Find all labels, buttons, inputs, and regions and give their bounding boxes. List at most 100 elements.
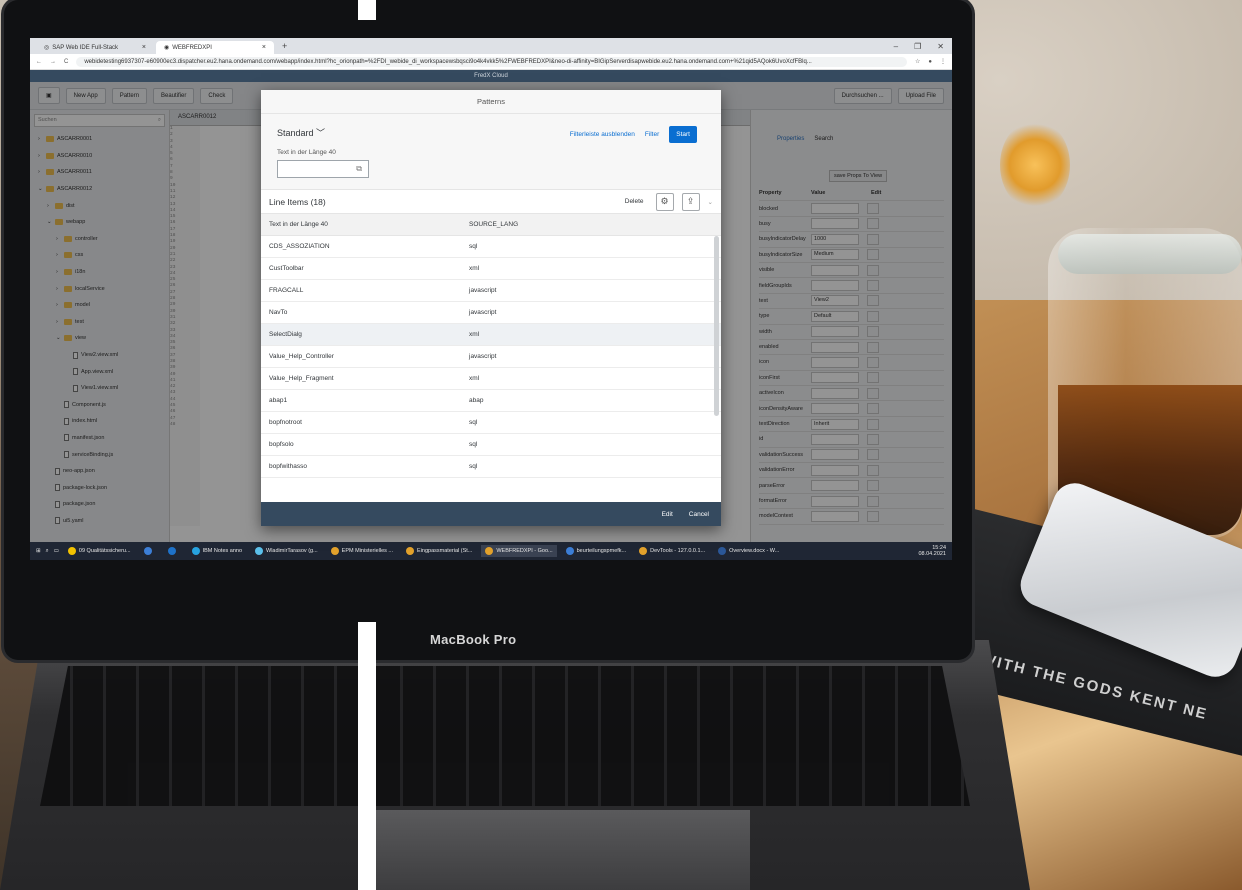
taskbar-item[interactable]: 09 Qualitätssicheru... — [64, 545, 135, 557]
export-icon[interactable]: ⇪ — [681, 192, 700, 211]
task-view-icon[interactable]: ▭ — [54, 548, 59, 554]
taskbar-item-label: IBM Notes anno — [202, 548, 243, 554]
table-row[interactable]: NavTo javascript — [261, 302, 721, 324]
cell-source-lang: xml — [469, 331, 480, 338]
filter-link[interactable]: Filter — [645, 131, 659, 138]
laptop-screen: ◎ SAP Web IDE Full-Stack × ◉ WEBFREDXPI … — [30, 38, 952, 560]
value-help-icon[interactable]: ⧉ — [356, 164, 362, 174]
taskbar-item[interactable]: Overview.docx - W... — [714, 545, 783, 557]
taskbar-item[interactable]: WEBFREDXPI - Goo... — [481, 545, 557, 557]
filter-field-label: Text in der Länge 40 — [277, 149, 336, 156]
taskbar-item[interactable]: IBM Notes anno — [188, 545, 246, 557]
tab-favicon-icon: ◉ — [164, 45, 170, 51]
table-row[interactable]: CDS_ASSOZIATION sql — [261, 236, 721, 258]
taskbar-item[interactable] — [164, 545, 183, 557]
settings-icon[interactable]: ⚙ — [655, 192, 674, 211]
window-controls: – ❐ ✕ — [886, 42, 952, 51]
table-row[interactable]: FRAGCALL javascript — [261, 280, 721, 302]
tab-label: SAP Web IDE Full-Stack — [52, 44, 119, 51]
warm-light-bokeh — [1000, 120, 1070, 210]
profile-icon[interactable]: ● — [928, 59, 932, 65]
table-row[interactable]: CustToolbar xml — [261, 258, 721, 280]
cell-text: NavTo — [269, 309, 288, 316]
app-icon — [485, 547, 494, 555]
app-icon — [639, 547, 648, 555]
delete-button[interactable]: Delete — [625, 198, 644, 205]
patterns-dialog: Patterns Standard ﹀ Filterleiste ausblen… — [261, 90, 721, 526]
taskbar-item[interactable] — [140, 545, 159, 557]
table-scrollbar[interactable] — [714, 236, 719, 416]
back-icon[interactable]: ← — [36, 59, 42, 65]
variant-label: Standard — [277, 128, 314, 138]
keyboard — [40, 666, 970, 806]
cell-source-lang: sql — [469, 243, 478, 250]
taskbar-item[interactable]: EPM Ministerielles ... — [327, 545, 397, 557]
taskbar-item-label: 09 Qualitätssicheru... — [78, 548, 131, 554]
chevron-down-icon[interactable]: ⌄ — [708, 198, 713, 206]
table-row[interactable]: Value_Help_Fragment xml — [261, 368, 721, 390]
forward-icon[interactable]: → — [50, 59, 56, 65]
start-button[interactable]: Start — [669, 126, 697, 143]
table-row[interactable]: SelectDialg xml — [261, 324, 721, 346]
taskbar-clock[interactable]: 15:24 08.04.2021 — [918, 545, 946, 557]
windows-taskbar: ⊞ ⌕ ▭ 09 Qualitätssicheru... IBM Notes an… — [30, 542, 952, 560]
cell-text: SelectDialg — [269, 331, 302, 338]
table-row[interactable]: abap1 abap — [261, 390, 721, 412]
taskbar-item[interactable]: WladimirTarasov (g... — [251, 545, 322, 557]
taskbar-item[interactable]: Eingpassmaterial (St... — [402, 545, 476, 557]
photo-scene: WITH THE GODS KENT NE MacBook Pro ◎ SAP … — [0, 0, 1242, 890]
reload-icon[interactable]: C — [64, 59, 68, 65]
table-row[interactable]: bopfwithasso sql — [261, 456, 721, 478]
new-tab-button[interactable]: + — [276, 41, 293, 51]
laptop-brand: MacBook Pro — [430, 632, 517, 647]
taskbar-item[interactable]: DevTools - 127.0.0.1... — [635, 545, 709, 557]
cell-source-lang: xml — [469, 375, 480, 382]
cell-text: abap1 — [269, 397, 288, 404]
column-text: Text in der Länge 40 — [269, 221, 328, 228]
table-row[interactable]: bopfsolo sql — [261, 434, 721, 456]
cell-source-lang: sql — [469, 419, 478, 426]
taskbar-item-label: Eingpassmaterial (St... — [417, 548, 473, 554]
url-field[interactable]: webidetesting6937307-e60900ec3.dispatche… — [76, 56, 907, 67]
app-icon — [718, 547, 727, 555]
table-row[interactable]: bopfnotroot sql — [261, 412, 721, 434]
close-icon[interactable]: × — [262, 44, 266, 51]
chevron-down-icon: ﹀ — [316, 128, 326, 138]
app-icon — [67, 547, 76, 555]
close-window-icon[interactable]: ✕ — [937, 42, 944, 51]
edit-button[interactable]: Edit — [662, 511, 673, 518]
start-icon[interactable]: ⊞ — [36, 548, 41, 554]
table-header: Text in der Länge 40 SOURCE_LANG — [261, 214, 721, 236]
taskbar-item[interactable]: beurteilungspmefk... — [562, 545, 631, 557]
search-icon[interactable]: ⌕ — [46, 548, 49, 555]
table-row[interactable]: Value_Help_Controller javascript — [261, 346, 721, 368]
taskbar-item-label: WladimirTarasov (g... — [266, 548, 318, 554]
dialog-footer: Edit Cancel — [261, 502, 721, 526]
browser-tab-active[interactable]: ◉ WEBFREDXPI × — [156, 41, 274, 54]
hide-filter-bar-link[interactable]: Filterleiste ausblenden — [570, 131, 635, 138]
menu-icon[interactable]: ⋮ — [940, 58, 946, 65]
browser-tab[interactable]: ◎ SAP Web IDE Full-Stack × — [36, 41, 154, 54]
cell-text: FRAGCALL — [269, 287, 304, 294]
minimize-icon[interactable]: – — [894, 42, 898, 51]
cell-text: Value_Help_Controller — [269, 353, 334, 360]
cell-text: CustToolbar — [269, 265, 304, 272]
clock-date: 08.04.2021 — [918, 551, 946, 557]
filter-actions: Filterleiste ausblenden Filter Start — [570, 126, 697, 143]
browser-tabstrip: ◎ SAP Web IDE Full-Stack × ◉ WEBFREDXPI … — [30, 38, 952, 54]
tab-label: WEBFREDXPI — [172, 44, 212, 51]
cell-text: bopfsolo — [269, 441, 294, 448]
line-items-title: Line Items (18) — [269, 196, 326, 207]
cancel-button[interactable]: Cancel — [689, 511, 709, 518]
dialog-title: Patterns — [261, 90, 721, 114]
star-icon[interactable]: ☆ — [915, 58, 920, 65]
app-icon — [406, 547, 415, 555]
app-title-bar: FredX Cloud — [30, 70, 952, 82]
filter-field-input[interactable]: ⧉ — [277, 160, 369, 178]
close-icon[interactable]: × — [142, 44, 146, 51]
app-icon — [167, 547, 176, 555]
taskbar-item-label: WEBFREDXPI - Goo... — [496, 548, 553, 554]
cell-source-lang: abap — [469, 397, 484, 404]
maximize-icon[interactable]: ❐ — [914, 42, 921, 51]
cell-source-lang: sql — [469, 441, 478, 448]
